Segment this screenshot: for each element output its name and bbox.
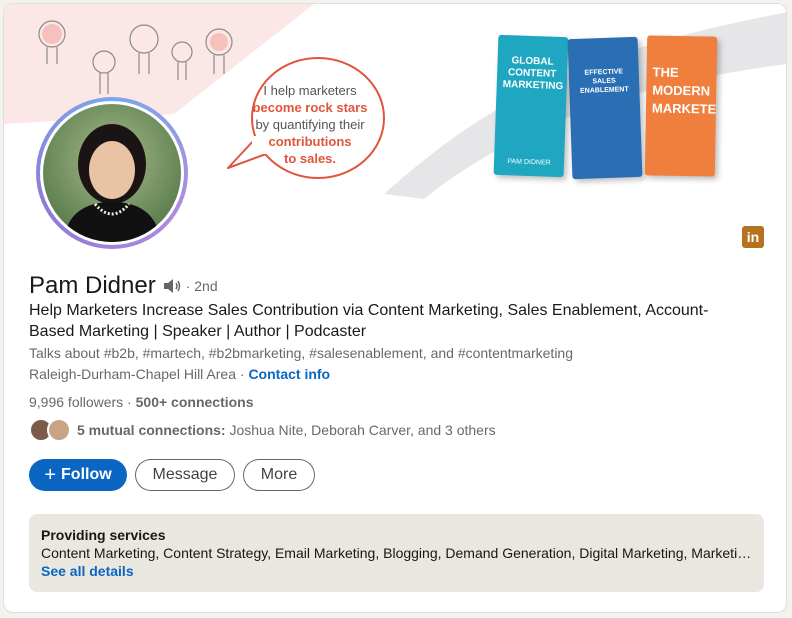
book-cover: GLOBAL CONTENT MARKETING PAM DIDNER (493, 34, 569, 178)
action-buttons: + Follow Message More (29, 459, 315, 491)
person-silhouette (63, 124, 161, 242)
bubble-line: to sales. (283, 151, 337, 166)
book-cover: EFFECTIVE SALES ENABLEMENT (567, 36, 643, 180)
talks-about: Talks about #b2b, #martech, #b2bmarketin… (29, 345, 574, 361)
see-all-details-link[interactable]: See all details (41, 563, 752, 579)
mutual-text: 5 mutual connections: Joshua Nite, Debor… (77, 422, 496, 438)
book-author: PAM DIDNER (507, 158, 551, 167)
stats-row: 9,996 followers · 500+ connections (29, 394, 254, 410)
message-label: Message (152, 466, 218, 483)
location: Raleigh-Durham-Chapel Hill Area (29, 366, 236, 382)
bubble-text: I help marketers become rock stars by qu… (240, 82, 380, 167)
bubble-line: contributions (268, 134, 352, 149)
bubble-line: become rock stars (252, 100, 368, 115)
mutual-count: 5 mutual connections: (77, 422, 226, 438)
bubble-line: I help marketers (263, 83, 357, 98)
avatar[interactable] (36, 97, 188, 249)
bubble-line: by quantifying their (255, 117, 365, 132)
profile-headline: Help Marketers Increase Sales Contributi… (29, 302, 709, 340)
location-row: Raleigh-Durham-Chapel Hill Area · Contac… (29, 366, 330, 382)
avatar-frame (40, 101, 184, 245)
separator: · (235, 366, 249, 382)
connections-count[interactable]: 500+ connections (136, 394, 254, 410)
follow-button[interactable]: + Follow (29, 459, 127, 491)
more-label: More (260, 466, 298, 483)
book-title: GLOBAL CONTENT MARKETING (502, 55, 564, 93)
book-cover: THE MODERN MARKETER (644, 35, 718, 177)
plus-icon: + (44, 464, 57, 486)
connection-degree: · 2nd (185, 278, 218, 294)
mutual-names: Joshua Nite, Deborah Carver, and 3 other… (225, 422, 496, 438)
followers-count: 9,996 followers (29, 394, 124, 410)
mutual-avatar (47, 418, 71, 442)
profile-card: I help marketers become rock stars by qu… (3, 3, 787, 613)
services-title: Providing services (41, 527, 166, 543)
speaker-icon[interactable] (162, 277, 182, 295)
contact-info-link[interactable]: Contact info (248, 366, 330, 382)
profile-name: Pam Didner (29, 272, 156, 299)
separator: · (123, 394, 136, 410)
book-title: THE MODERN MARKETER (651, 64, 718, 117)
providing-services-card: Providing services Content Marketing, Co… (29, 514, 764, 592)
services-list: Content Marketing, Content Strategy, Ema… (41, 545, 752, 561)
linkedin-icon: in (742, 226, 764, 248)
avatar-photo (43, 104, 181, 242)
follow-label: Follow (61, 466, 112, 483)
more-button[interactable]: More (243, 459, 315, 491)
mutual-connections[interactable]: 5 mutual connections: Joshua Nite, Debor… (29, 418, 496, 442)
book-title: EFFECTIVE SALES ENABLEMENT (579, 68, 629, 95)
name-row: Pam Didner · 2nd (29, 272, 218, 300)
message-button[interactable]: Message (135, 459, 235, 491)
